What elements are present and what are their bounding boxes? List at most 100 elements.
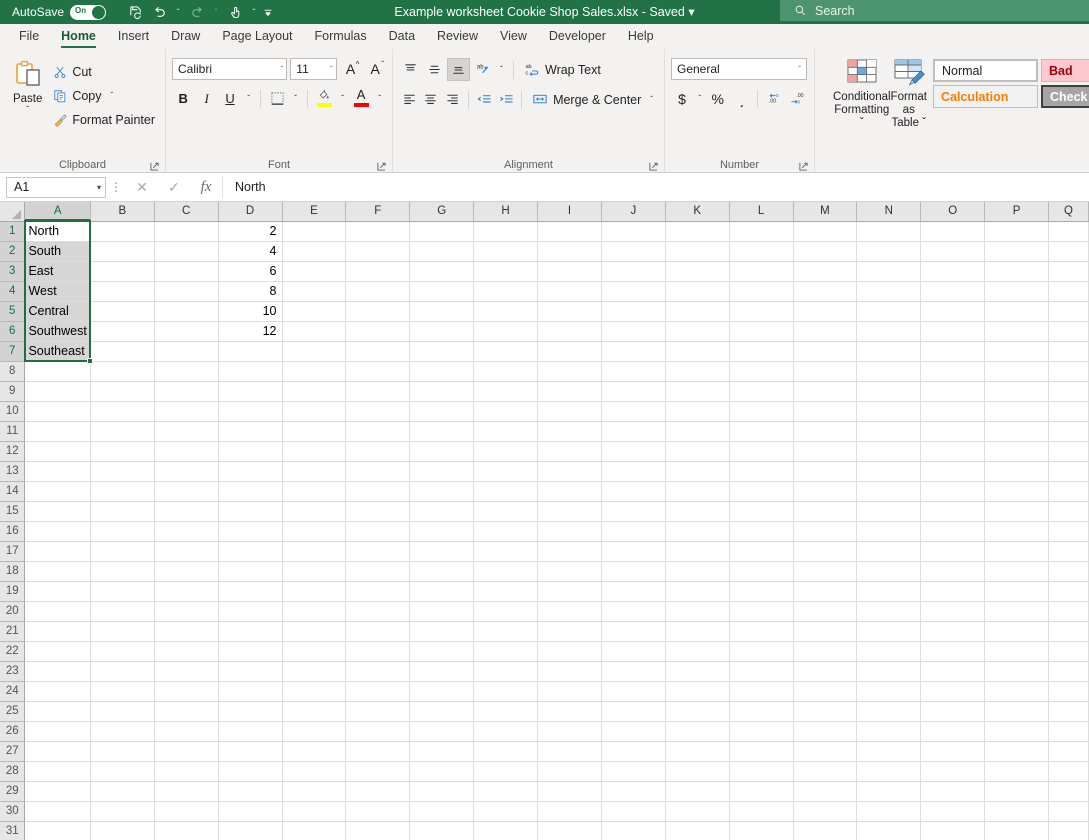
cell-Q12[interactable] <box>1048 441 1089 462</box>
cell-H30[interactable] <box>473 801 538 822</box>
cell-D13[interactable] <box>218 461 283 482</box>
cell-O19[interactable] <box>920 581 986 602</box>
cell-B7[interactable] <box>90 341 155 362</box>
decrease-indent-button[interactable] <box>474 88 495 111</box>
cell-I20[interactable] <box>537 601 602 622</box>
cell-M14[interactable] <box>793 481 858 502</box>
cell-D5[interactable]: 10 <box>218 301 283 322</box>
cell-L10[interactable] <box>729 401 794 422</box>
cell-Q6[interactable] <box>1048 321 1089 342</box>
cell-O24[interactable] <box>920 681 986 702</box>
cell-K13[interactable] <box>665 461 730 482</box>
tab-home[interactable]: Home <box>50 24 107 49</box>
cell-E18[interactable] <box>282 561 347 582</box>
align-center-button[interactable] <box>421 88 442 111</box>
cell-L4[interactable] <box>729 281 794 302</box>
cell-A15[interactable] <box>24 501 91 522</box>
tab-data[interactable]: Data <box>378 24 426 49</box>
cell-C10[interactable] <box>154 401 219 422</box>
cell-F20[interactable] <box>345 601 411 622</box>
cell-I1[interactable] <box>537 221 602 242</box>
cell-K4[interactable] <box>665 281 730 302</box>
cell-K15[interactable] <box>665 501 730 522</box>
cell-G27[interactable] <box>409 741 475 762</box>
fill-handle[interactable] <box>87 358 94 364</box>
cell-F16[interactable] <box>345 521 411 542</box>
row-header-23[interactable]: 23 <box>0 661 26 682</box>
cell-H2[interactable] <box>473 241 538 262</box>
cell-J4[interactable] <box>601 281 666 302</box>
redo-icon[interactable] <box>186 1 208 23</box>
cell-E25[interactable] <box>282 701 347 722</box>
cell-D17[interactable] <box>218 541 283 562</box>
cell-D31[interactable] <box>218 821 283 840</box>
cell-A13[interactable] <box>24 461 91 482</box>
cell-G28[interactable] <box>409 761 475 782</box>
merge-dropdown-caret-icon[interactable]: ˇ <box>650 95 653 104</box>
cell-J29[interactable] <box>601 781 666 802</box>
cell-P20[interactable] <box>984 601 1049 622</box>
cell-K31[interactable] <box>665 821 730 840</box>
cell-D2[interactable]: 4 <box>218 241 283 262</box>
cell-A16[interactable] <box>24 521 91 542</box>
tab-help[interactable]: Help <box>617 24 665 49</box>
cell-C26[interactable] <box>154 721 219 742</box>
cell-F14[interactable] <box>345 481 411 502</box>
cell-B6[interactable] <box>90 321 155 342</box>
cell-M11[interactable] <box>793 421 858 442</box>
cell-E26[interactable] <box>282 721 347 742</box>
cell-F6[interactable] <box>345 321 411 342</box>
cell-N20[interactable] <box>856 601 922 622</box>
font-name-combo[interactable]: Calibri ˇ <box>172 58 288 80</box>
accounting-format-button[interactable]: $ <box>671 87 693 110</box>
cell-P15[interactable] <box>984 501 1049 522</box>
cell-I7[interactable] <box>537 341 602 362</box>
cell-L5[interactable] <box>729 301 794 322</box>
row-header-2[interactable]: 2 <box>0 241 26 262</box>
cell-F9[interactable] <box>345 381 411 402</box>
row-header-29[interactable]: 29 <box>0 781 26 802</box>
cell-K29[interactable] <box>665 781 730 802</box>
cell-N3[interactable] <box>856 261 922 282</box>
cell-N7[interactable] <box>856 341 922 362</box>
cell-I10[interactable] <box>537 401 602 422</box>
cell-J26[interactable] <box>601 721 666 742</box>
cell-H9[interactable] <box>473 381 538 402</box>
row-header-5[interactable]: 5 <box>0 301 26 322</box>
cell-K10[interactable] <box>665 401 730 422</box>
cell-I17[interactable] <box>537 541 602 562</box>
cell-C31[interactable] <box>154 821 219 840</box>
autosave-toggle[interactable]: AutoSave On <box>12 0 107 24</box>
cell-D20[interactable] <box>218 601 283 622</box>
row-header-20[interactable]: 20 <box>0 601 26 622</box>
format-painter-button[interactable]: Format Painter <box>49 109 159 130</box>
cell-N30[interactable] <box>856 801 922 822</box>
cell-P6[interactable] <box>984 321 1049 342</box>
cell-O13[interactable] <box>920 461 986 482</box>
cell-M26[interactable] <box>793 721 858 742</box>
cell-I9[interactable] <box>537 381 602 402</box>
tab-view[interactable]: View <box>489 24 538 49</box>
decrease-font-size-button[interactable]: Aˇ <box>364 58 386 80</box>
name-box-caret-icon[interactable]: ▾ <box>97 183 101 192</box>
cell-N28[interactable] <box>856 761 922 782</box>
cell-E3[interactable] <box>282 261 347 282</box>
cell-H5[interactable] <box>473 301 538 322</box>
cell-H26[interactable] <box>473 721 538 742</box>
cell-O23[interactable] <box>920 661 986 682</box>
cell-G17[interactable] <box>409 541 475 562</box>
cell-L8[interactable] <box>729 361 794 382</box>
touch-mode-dropdown-caret-icon[interactable]: ˇ <box>248 1 260 23</box>
number-format-combo[interactable]: General ˇ <box>671 58 807 80</box>
paste-dropdown-caret-icon[interactable]: ˇ <box>26 105 29 115</box>
cell-L7[interactable] <box>729 341 794 362</box>
align-left-button[interactable] <box>399 88 420 111</box>
column-header-e[interactable]: E <box>282 202 347 222</box>
column-header-n[interactable]: N <box>856 202 922 222</box>
cell-N12[interactable] <box>856 441 922 462</box>
cell-N5[interactable] <box>856 301 922 322</box>
cell-Q8[interactable] <box>1048 361 1089 382</box>
cell-A27[interactable] <box>24 741 91 762</box>
cell-C21[interactable] <box>154 621 219 642</box>
cell-A2[interactable]: South <box>24 241 91 262</box>
